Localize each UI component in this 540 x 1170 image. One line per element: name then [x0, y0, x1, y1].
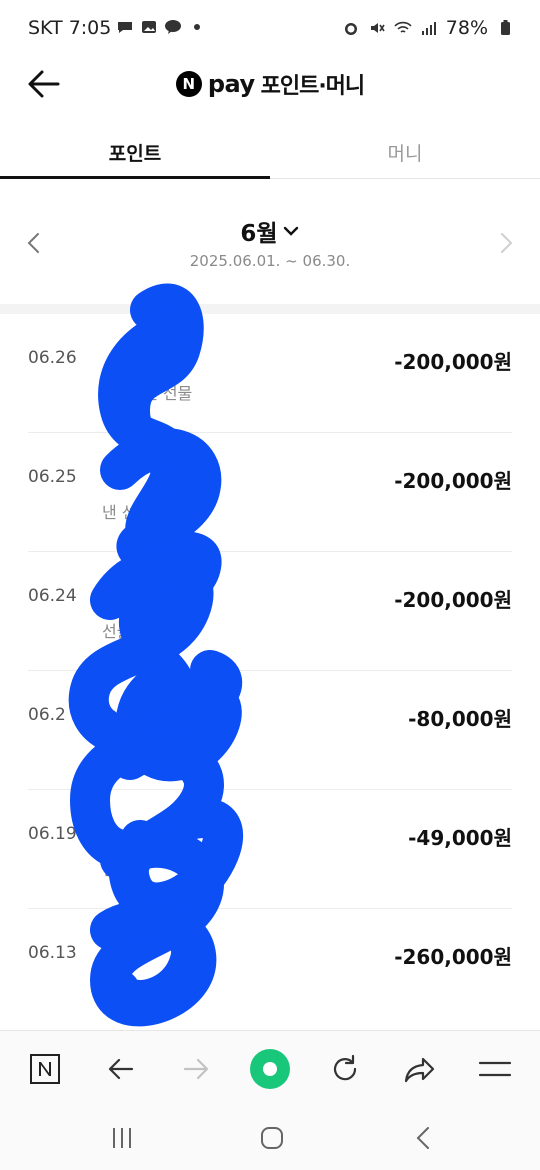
notification-icons [116, 18, 206, 36]
recents-button[interactable] [102, 1120, 142, 1156]
browser-toolbar [0, 1030, 540, 1107]
tab-active-indicator [0, 176, 270, 179]
chevron-right-icon[interactable] [494, 228, 518, 258]
transaction-date: 06.24 [28, 586, 77, 606]
transaction-amount: -200,000원 [394, 588, 512, 612]
transaction-detail: 2 선물 [102, 741, 147, 760]
transaction-date: 06.13 [28, 943, 77, 963]
brand-title: N pay 포인트·머니 [0, 68, 540, 100]
share-icon [404, 1057, 435, 1083]
system-nav-bar [0, 1106, 540, 1170]
month-dropdown[interactable]: 6월 [0, 214, 540, 248]
transaction-date: 06.25 [28, 467, 77, 487]
npay-logo-icon: N [175, 71, 202, 97]
transaction-detail: 선물 [102, 622, 132, 641]
status-bar: SKT 7:05 78% [0, 0, 540, 56]
transaction-name: 금 [102, 828, 119, 849]
share-button[interactable] [400, 1049, 440, 1089]
transaction-detail: 22:3 낸 선물 [102, 384, 193, 403]
transaction-row[interactable]: 06.24 선물 -200,000원 [0, 552, 540, 671]
month-label: 6월 [240, 221, 278, 247]
transaction-row[interactable]: 06.25 낸 선물 -200,000원 [0, 433, 540, 552]
transaction-row[interactable]: 06.2 우 2 선물 -80,000원 [0, 671, 540, 790]
chat-bubble-icon [118, 22, 132, 33]
home-green-icon [250, 1049, 290, 1089]
naver-n-button[interactable] [25, 1049, 65, 1089]
transaction-amount: -80,000원 [408, 707, 512, 731]
menu-button[interactable] [475, 1049, 515, 1089]
image-icon [142, 21, 156, 33]
transaction-date: 06.2 [28, 705, 66, 725]
status-time: SKT 7:05 [28, 17, 112, 39]
pay-wordmark: pay [207, 70, 255, 98]
page-title: 포인트·머니 [260, 74, 366, 99]
refresh-button[interactable] [325, 1049, 365, 1089]
transaction-date: 06.19 [28, 824, 77, 844]
app-header: N pay 포인트·머니 [0, 56, 540, 112]
transaction-row[interactable]: 06.13 낸 선물 -260,000원 [0, 909, 540, 1028]
back-icon [416, 1127, 429, 1149]
transaction-detail: 낸 선물 [102, 979, 152, 998]
nav-back-button[interactable] [404, 1120, 444, 1156]
tab-money[interactable]: 머니 [270, 124, 540, 180]
transaction-row[interactable]: 06.19 금 선 -49,000원 [0, 790, 540, 909]
status-right: 78% [342, 17, 514, 39]
transaction-amount: -260,000원 [394, 945, 512, 969]
wifi-icon [394, 21, 412, 33]
menu-icon [478, 1061, 512, 1077]
home-icon [261, 1127, 283, 1149]
tab-points[interactable]: 포인트 [0, 124, 270, 180]
refresh-icon [333, 1054, 357, 1081]
battery-icon [501, 20, 510, 35]
alarm-icon [344, 23, 357, 35]
transaction-date: 06.26 [28, 348, 77, 368]
month-selector: 6월 2025.06.01. ~ 06.30. [0, 210, 540, 280]
transaction-list: 06.26 22:3 낸 선물 -200,000원 06.25 낸 선물 -20… [0, 314, 540, 1028]
section-gap [0, 304, 540, 314]
recents-icon [113, 1128, 131, 1148]
browser-forward-button[interactable] [176, 1049, 216, 1089]
dot-icon [194, 24, 200, 30]
battery-percent: 78% [445, 17, 488, 39]
transaction-amount: -200,000원 [394, 350, 512, 374]
browser-back-button[interactable] [101, 1049, 141, 1089]
home-button[interactable] [252, 1120, 292, 1156]
browser-home-button[interactable] [250, 1049, 290, 1089]
forward-arrow-icon [183, 1058, 209, 1080]
back-arrow-icon [108, 1058, 134, 1080]
transaction-detail: 선 [102, 860, 117, 879]
transaction-row[interactable]: 06.26 22:3 낸 선물 -200,000원 [0, 314, 540, 433]
transaction-amount: -49,000원 [408, 826, 512, 850]
naver-n-icon [30, 1054, 60, 1084]
transaction-name: 우 [102, 709, 119, 730]
transaction-detail: 낸 선물 [102, 503, 152, 522]
mute-icon [370, 23, 385, 33]
date-range: 2025.06.01. ~ 06.30. [189, 252, 351, 270]
talk-icon [165, 20, 181, 34]
chevron-down-icon [283, 226, 298, 236]
tab-bar: 포인트 머니 [0, 124, 540, 180]
transaction-amount: -200,000원 [394, 469, 512, 493]
signal-icon [421, 22, 436, 35]
